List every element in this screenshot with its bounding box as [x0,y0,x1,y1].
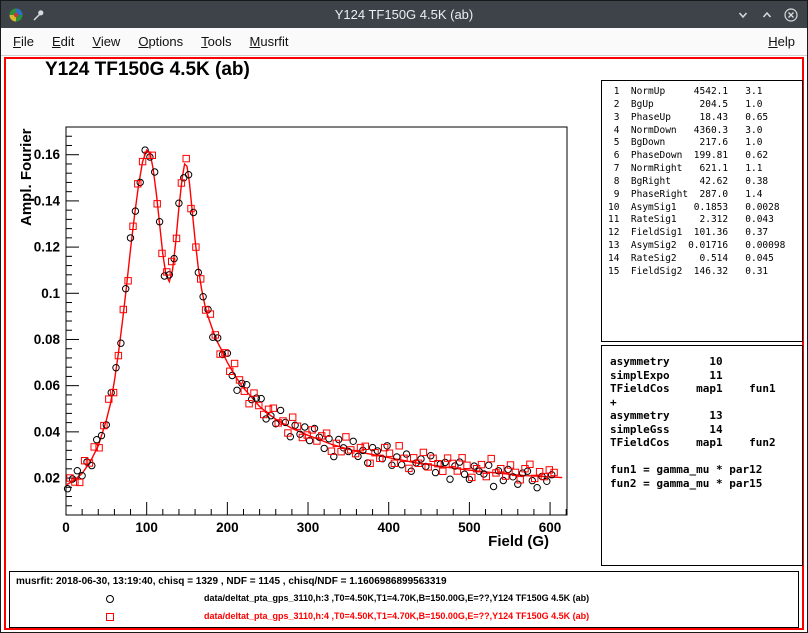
legend-row: data/deltat_pta_gps_3110,h:3 ,T0=4.50K,T… [10,592,798,606]
x-axis-labels: 0100200300400500600 [62,520,561,535]
svg-text:0.16: 0.16 [34,147,61,162]
param-row: 7 NormRight 621.1 1.1 [608,163,802,176]
svg-text:0.14: 0.14 [34,193,61,208]
svg-text:0.02: 0.02 [34,471,60,486]
chevron-down-icon [736,8,750,22]
theory-line: asymmetry 13 [610,409,802,423]
menu-item-file[interactable]: File [4,28,43,55]
param-row: 14 RateSig2 0.514 0.045 [608,253,802,266]
close-icon [783,7,799,23]
menu-item-edit[interactable]: Edit [43,28,83,55]
info-legend-box: musrfit: 2018-06-30, 13:19:40, chisq = 1… [9,571,799,628]
param-row: 1 NormUp 4542.1 3.1 [608,86,802,99]
parameter-box: 1 NormUp 4542.1 3.1 2 BgUp 204.5 1.0 3 P… [601,80,803,342]
theory-line: fun1 = gamma_mu * par12 [610,463,802,477]
x-axis-title: Field (G) [488,533,549,550]
window-title: Y124 TF150G 4.5K (ab) [1,7,807,22]
legend-marker-square-icon [104,610,116,628]
legend-marker-circle-icon [104,592,116,610]
titlebar[interactable]: Y124 TF150G 4.5K (ab) [1,1,807,28]
param-row: 2 BgUp 204.5 1.0 [608,99,802,112]
series-squares [67,152,558,486]
theory-line: TFieldCos map1 fun1 [610,382,802,396]
theory-line [610,450,802,464]
svg-text:200: 200 [216,520,239,535]
root-canvas[interactable]: Y124 TF150G 4.5K (ab) 010020030040050060… [1,56,807,632]
menubar-right: Help [759,28,804,55]
svg-text:300: 300 [297,520,320,535]
y-axis-title: Ampl. Fourier [18,128,35,226]
theory-line: asymmetry 10 [610,355,802,369]
param-row: 12 FieldSig1 101.36 0.37 [608,227,802,240]
chevron-up-icon [760,8,774,22]
window: Y124 TF150G 4.5K (ab) FileEd [0,0,808,633]
legend-label: data/deltat_pta_gps_3110,h:3 ,T0=4.50K,T… [204,593,589,603]
menu-item-musrfit[interactable]: Musrfit [241,28,298,55]
svg-text:0.08: 0.08 [34,332,61,347]
theory-line: TFieldCos map1 fun2 [610,436,802,450]
svg-text:100: 100 [135,520,158,535]
theory-box: asymmetry 10simplExpo 11TFieldCos map1 f… [601,345,803,566]
param-row: 5 BgDown 217.6 1.0 [608,137,802,150]
fit-info: musrfit: 2018-06-30, 13:19:40, chisq = 1… [16,576,447,587]
param-row: 6 PhaseDown 199.81 0.62 [608,150,802,163]
menu-item-tools[interactable]: Tools [192,28,240,55]
chart[interactable]: 01002003004005006000.020.040.060.080.10.… [11,118,591,568]
svg-text:0.1: 0.1 [41,286,60,301]
y-axis-labels: 0.02 0.04 0.06 0.08 0.1 0.12 0.14 0.16 [34,147,61,485]
svg-text:0.12: 0.12 [34,240,60,255]
param-row: 4 NormDown 4360.3 3.0 [608,125,802,138]
param-row: 11 RateSig1 2.312 0.043 [608,214,802,227]
minimize-button[interactable] [732,4,754,26]
svg-text:0: 0 [62,520,70,535]
param-row: 10 AsymSig1 0.1853 0.0028 [608,202,802,215]
param-row: 13 AsymSig2 0.01716 0.00098 [608,240,802,253]
theory-line: + [610,396,802,410]
theory-line: fun2 = gamma_mu * par15 [610,477,802,491]
svg-text:400: 400 [377,520,400,535]
maximize-button[interactable] [756,4,778,26]
window-controls [732,4,802,26]
svg-text:0.06: 0.06 [34,378,61,393]
legend-label: data/deltat_pta_gps_3110,h:4 ,T0=4.50K,T… [204,611,589,621]
menubar: FileEditViewOptionsToolsMusrfit Help [1,28,807,56]
menu-item-view[interactable]: View [83,28,129,55]
param-row: 8 BgRight 42.62 0.38 [608,176,802,189]
param-row: 9 PhaseRight 287.0 1.4 [608,189,802,202]
param-row: 15 FieldSig2 146.32 0.31 [608,266,802,279]
menu-item-options[interactable]: Options [129,28,192,55]
theory-line: simpleGss 14 [610,423,802,437]
plot-title: Y124 TF150G 4.5K (ab) [45,59,250,81]
svg-text:0.04: 0.04 [34,424,61,439]
svg-text:500: 500 [458,520,481,535]
series-circles [64,147,555,492]
close-button[interactable] [780,4,802,26]
app-icon [6,5,26,25]
fit-line [66,150,562,485]
theory-line: simplExpo 11 [610,369,802,383]
pin-icon[interactable] [28,5,48,25]
param-row: 3 PhaseUp 18.43 0.65 [608,112,802,125]
legend-row: data/deltat_pta_gps_3110,h:4 ,T0=4.50K,T… [10,610,798,624]
menu-item-help[interactable]: Help [759,28,804,55]
menubar-left: FileEditViewOptionsToolsMusrfit [4,28,298,55]
